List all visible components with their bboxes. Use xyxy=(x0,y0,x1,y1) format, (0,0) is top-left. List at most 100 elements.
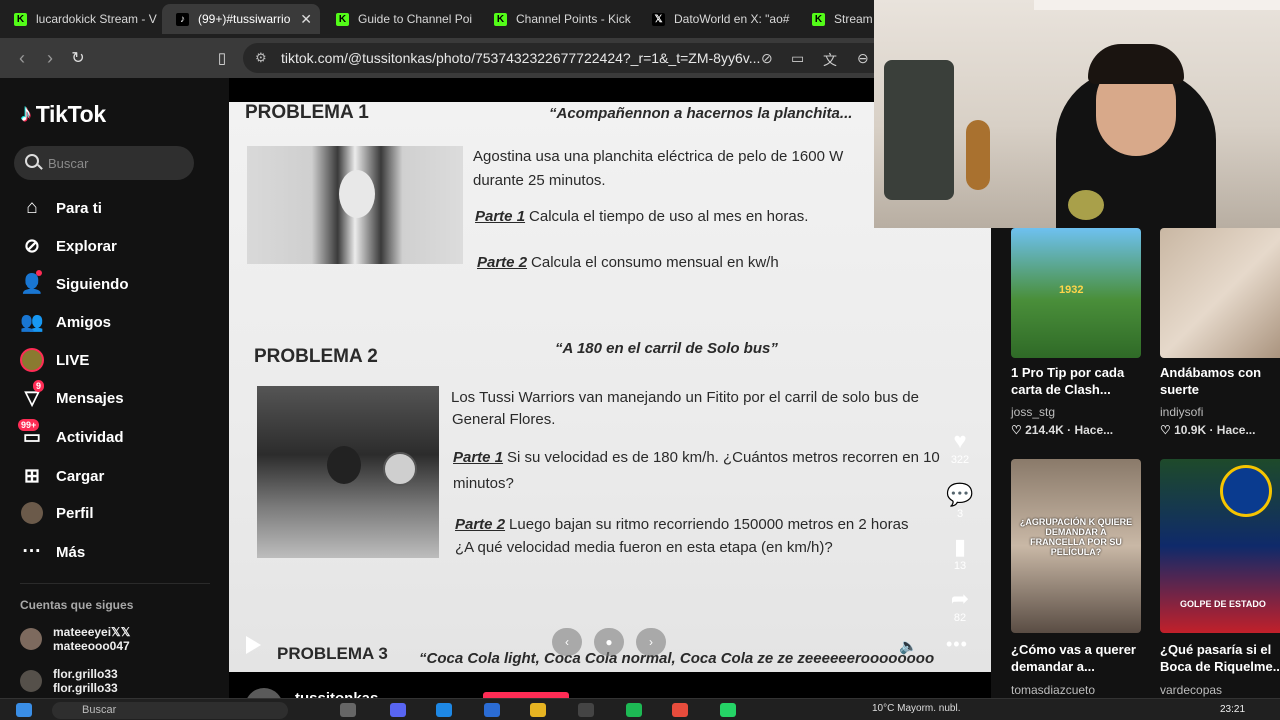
more-options-icon[interactable]: ••• xyxy=(946,634,968,655)
bookmark-icon[interactable]: ▯ xyxy=(210,46,234,70)
nav-label: Explorar xyxy=(56,237,117,255)
spotify-icon[interactable] xyxy=(626,703,642,717)
obs-icon[interactable] xyxy=(578,703,594,717)
volume-icon[interactable]: 🔈 xyxy=(899,637,918,655)
webcam-overlay xyxy=(874,0,1280,228)
author-avatar[interactable] xyxy=(245,688,283,698)
divider xyxy=(20,583,210,584)
stats-text: 10.9K · Hace... xyxy=(1174,423,1256,437)
logo-text: TikTok xyxy=(35,100,107,127)
heart-outline-icon: ♡ xyxy=(1011,423,1026,437)
discord-icon[interactable] xyxy=(390,703,406,717)
nav-label: LIVE xyxy=(56,351,90,369)
folder-icon[interactable] xyxy=(530,703,546,717)
reload-icon[interactable]: ↻ xyxy=(66,46,90,70)
face-shape xyxy=(327,446,361,484)
problem1-part1: Parte 1 Calcula el tiempo de uso al mes e… xyxy=(475,208,808,225)
messages-icon: ▽ 9 xyxy=(20,380,45,410)
messages-badge: 9 xyxy=(33,380,45,392)
problem1-subtitle: “Acompañennon a hacernos la planchita... xyxy=(549,105,853,122)
like-button[interactable]: ♥ 322 xyxy=(940,428,980,466)
whatsapp-icon[interactable] xyxy=(720,703,736,717)
nav-cargar[interactable]: ⊞ Cargar xyxy=(20,461,220,491)
tab-guide-channel-points[interactable]: K Guide to Channel Poi xyxy=(322,4,472,34)
avatar xyxy=(20,670,42,692)
problem2-part1b: minutos? xyxy=(453,475,514,492)
nav-siguiendo[interactable]: 👤 Siguiendo xyxy=(20,269,220,299)
nav-actividad[interactable]: ▭ 99+ Actividad xyxy=(18,419,220,452)
comment-count: 3 xyxy=(956,508,964,520)
save-button[interactable]: ▮ 13 xyxy=(940,534,980,572)
followed-account[interactable]: mateeeyei𝕏𝕏 mateeooo047 xyxy=(20,623,130,655)
weather-widget[interactable]: 10°C Mayorm. nubl. xyxy=(872,703,960,714)
comment-button[interactable]: 💬 3 xyxy=(940,482,980,520)
play-icon[interactable] xyxy=(246,636,261,654)
kick-favicon-icon: K xyxy=(494,12,507,26)
video-stats: ♡ 10.9K · Hace... xyxy=(1160,423,1255,437)
carousel-next-button[interactable]: › xyxy=(636,628,666,656)
edge-icon[interactable] xyxy=(436,703,452,717)
app-icon[interactable] xyxy=(672,703,688,717)
tab-datoworld[interactable]: 𝕏 DatoWorld en X: "ao# xyxy=(638,4,790,34)
problem2-text2: General Flores. xyxy=(452,411,556,428)
nav-perfil[interactable]: Perfil xyxy=(20,498,220,528)
tiktok-logo[interactable]: ♪ TikTok xyxy=(20,100,106,128)
tab-tiktok[interactable]: ♪ (99+)#tussiwarrio ✕ xyxy=(162,4,320,34)
search-placeholder: Buscar xyxy=(48,155,89,171)
taskbar-search-text: Buscar xyxy=(82,704,117,716)
video-author: vardecopas xyxy=(1160,683,1223,697)
tab-stream[interactable]: K Stream - xyxy=(798,4,874,34)
back-arrow-icon[interactable]: ‹ xyxy=(10,46,34,70)
tab-close-icon[interactable]: ✕ xyxy=(300,11,312,28)
tab-channel-points-kick[interactable]: K Channel Points - Kick xyxy=(480,4,632,34)
taskbar-search[interactable]: Buscar xyxy=(52,702,288,719)
share-icon: ➦ xyxy=(950,586,970,611)
home-icon: ⌂ xyxy=(26,197,38,218)
x-favicon-icon: 𝕏 xyxy=(652,12,665,26)
nav-explorar[interactable]: ⊘ Explorar xyxy=(20,231,220,261)
carousel-prev-button[interactable]: ‹ xyxy=(552,628,582,656)
author-name[interactable]: tussitonkas xyxy=(295,690,378,698)
cast-icon[interactable]: ▭ xyxy=(791,50,804,67)
thumbnail-text: 1932 xyxy=(1059,284,1084,296)
site-info-icon[interactable]: ⚙ xyxy=(255,50,267,66)
guitar xyxy=(966,120,990,190)
followed-account[interactable]: flor.grillo33 flor.grillo33 xyxy=(20,665,118,697)
avatar xyxy=(20,628,42,650)
store-icon[interactable] xyxy=(484,703,500,717)
nav-amigos[interactable]: 👥 Amigos xyxy=(20,307,220,337)
part-text: Calcula el tiempo de uso al mes en horas… xyxy=(529,208,809,225)
zoom-icon[interactable]: ⊖ xyxy=(857,50,869,67)
search-input[interactable]: Buscar xyxy=(14,146,194,180)
following-title: Cuentas que sigues xyxy=(20,598,134,612)
kick-favicon-icon: K xyxy=(14,12,27,26)
nav-para-ti[interactable]: ⌂ Para ti xyxy=(20,193,220,223)
clock[interactable]: 23:21 xyxy=(1220,704,1245,715)
windows-start-icon[interactable] xyxy=(16,703,32,717)
tracking-off-icon[interactable]: ⊘ xyxy=(761,50,773,67)
share-button[interactable]: ➦ 82 xyxy=(940,586,980,624)
nav-mensajes[interactable]: ▽ 9 Mensajes xyxy=(20,380,220,413)
face-shape xyxy=(339,170,375,218)
address-bar[interactable]: ⚙ tiktok.com/@tussitonkas/photo/75374323… xyxy=(243,43,963,73)
nav-label: Perfil xyxy=(56,504,94,522)
tab-label: Guide to Channel Poi xyxy=(358,12,472,26)
tab-label: Channel Points - Kick xyxy=(516,12,631,26)
carousel-indicator[interactable]: ● xyxy=(594,628,624,656)
nav-label: Más xyxy=(56,543,86,561)
kick-favicon-icon: K xyxy=(336,12,349,26)
problem2-text: Los Tussi Warriors van manejando un Fiti… xyxy=(451,389,919,406)
nav-mas[interactable]: ··· Más xyxy=(20,537,220,567)
tiktok-sidebar: ♪ TikTok Buscar ⌂ Para ti ⊘ Explorar 👤 S… xyxy=(0,78,229,698)
problem3-heading: PROBLEMA 3 xyxy=(277,644,388,663)
nav-live[interactable]: LIVE xyxy=(20,345,220,375)
tab-lucardokick[interactable]: K lucardokick Stream - V xyxy=(0,4,158,34)
notification-dot xyxy=(36,270,42,276)
task-view-icon[interactable] xyxy=(340,703,356,717)
live-icon xyxy=(20,348,44,372)
video-title: Andábamos con suerte xyxy=(1160,365,1262,397)
comment-icon: 💬 xyxy=(946,482,974,507)
translate-icon[interactable]: 文 xyxy=(823,50,837,70)
forward-arrow-icon[interactable]: › xyxy=(38,46,62,70)
url-text: tiktok.com/@tussitonkas/photo/7537432322… xyxy=(281,50,761,66)
